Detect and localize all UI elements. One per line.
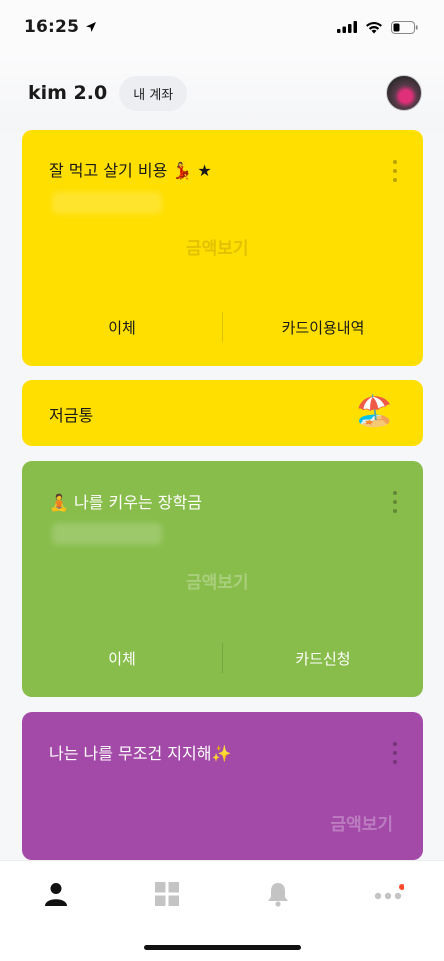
app-header: kim 2.0 내 계좌 [0,54,444,132]
nav-notifications[interactable] [248,879,308,909]
more-icon [374,884,404,900]
card-apply-button[interactable]: 카드신청 [223,648,423,669]
status-bar: 16:25 [0,0,444,54]
piggy-bank-title: 저금통 [49,406,94,425]
my-account-button[interactable]: 내 계좌 [119,75,188,111]
balance-blur [52,192,162,214]
living-expense-more-icon[interactable] [393,160,399,182]
wifi-icon [366,21,382,33]
nav-accounts[interactable] [26,879,86,909]
living-expense-view-amount[interactable]: 금액보기 [186,234,249,259]
beach-umbrella-icon: 🏖️ [355,394,393,429]
location-arrow-icon [86,22,97,32]
scholarship-more-icon[interactable] [393,491,399,513]
grid-icon [154,882,179,906]
scholarship-card[interactable]: 🧘 나를 키우는 장학금 금액보기 이체 카드신청 [22,461,423,697]
scholarship-view-amount[interactable]: 금액보기 [186,568,249,593]
profile-avatar[interactable] [386,75,422,111]
living-expense-transfer-button[interactable]: 이체 [22,317,222,338]
self-support-view-amount[interactable]: 금액보기 [330,810,393,835]
living-expense-actions: 이체 카드이용내역 [22,302,423,352]
scholarship-title: 🧘 나를 키우는 장학금 [49,493,202,512]
battery-icon [391,20,418,34]
status-time: 16:25 [24,17,97,37]
balance-blur [52,523,162,545]
cellular-signal-icon [337,21,357,33]
scholarship-actions: 이체 카드신청 [22,633,423,683]
self-support-more-icon[interactable] [393,742,399,764]
person-icon [44,883,67,906]
living-expense-card[interactable]: 잘 먹고 살기 비용 💃 ★ 금액보기 이체 카드이용내역 [22,130,423,366]
piggy-bank-card[interactable]: 저금통 🏖️ [22,380,423,446]
self-support-title: 나는 나를 무조건 지지해✨ [49,744,232,763]
living-expense-title: 잘 먹고 살기 비용 💃 ★ [49,161,212,180]
app-title: kim 2.0 [28,82,108,104]
bottom-navigation [0,860,444,961]
nav-services[interactable] [137,879,197,909]
scholarship-transfer-button[interactable]: 이체 [22,648,222,669]
status-time-label: 16:25 [24,17,80,37]
card-usage-history-button[interactable]: 카드이용내역 [223,317,423,338]
self-support-card[interactable]: 나는 나를 무조건 지지해✨ 금액보기 [22,712,423,860]
bell-icon [267,883,288,907]
home-indicator [144,945,301,950]
nav-more[interactable] [359,879,419,909]
